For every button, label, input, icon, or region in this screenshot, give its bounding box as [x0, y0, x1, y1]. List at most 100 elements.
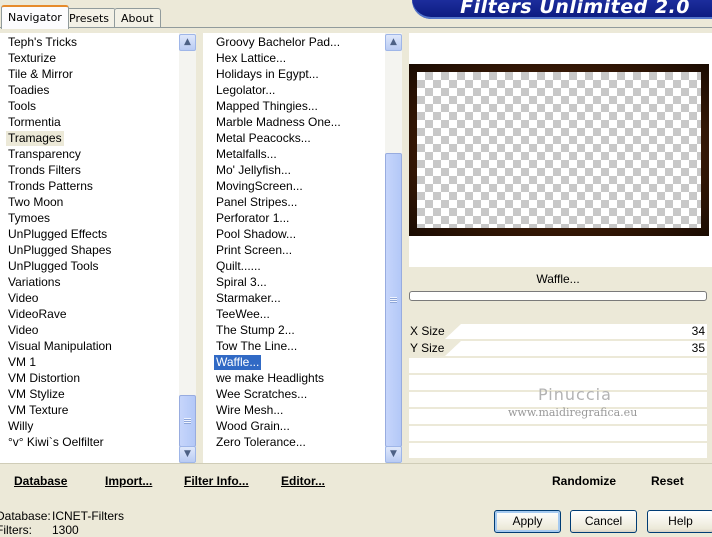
list-item[interactable]: Tronds Filters	[6, 163, 83, 178]
list-item[interactable]: Visual Manipulation	[6, 339, 114, 354]
list-item[interactable]: Legolator...	[214, 83, 277, 98]
scroll-thumb[interactable]	[179, 395, 196, 447]
list-item[interactable]: Mo' Jellyfish...	[214, 163, 293, 178]
progress-bar	[409, 291, 707, 301]
list-item[interactable]: Wood Grain...	[214, 419, 292, 434]
list-item[interactable]: VM 1	[6, 355, 38, 370]
list-item[interactable]: Perforator 1...	[214, 211, 291, 226]
param-label: X Size:	[410, 324, 449, 338]
editor-button[interactable]: Editor...	[281, 474, 325, 488]
scroll-down-icon[interactable]: ▼	[179, 446, 196, 463]
list-item[interactable]: Texturize	[6, 51, 58, 66]
list-item[interactable]: Tronds Patterns	[6, 179, 95, 194]
tab-strip: Navigator Presets About	[0, 0, 412, 29]
toolbar-divider	[0, 463, 712, 464]
param-slider[interactable]	[445, 341, 707, 356]
apply-button[interactable]: Apply	[494, 510, 561, 533]
list-item[interactable]: Metalfalls...	[214, 147, 279, 162]
list-item[interactable]: VM Distortion	[6, 371, 82, 386]
scroll-up-icon[interactable]: ▲	[385, 34, 402, 51]
param-empty-slot	[409, 358, 707, 373]
watermark-title: Pinuccia	[538, 385, 612, 404]
list-item[interactable]: Tymoes	[6, 211, 52, 226]
param-x-size[interactable]: X Size: 34	[409, 324, 707, 339]
param-empty-slot	[409, 443, 707, 458]
database-label: Database:	[0, 509, 51, 523]
list-item[interactable]: MovingScreen...	[214, 179, 305, 194]
list-item[interactable]: Pool Shadow...	[214, 227, 298, 242]
list-item[interactable]: Wire Mesh...	[214, 403, 285, 418]
list-item[interactable]: Mapped Thingies...	[214, 99, 320, 114]
app-title: Filters Unlimited 2.0	[460, 0, 690, 18]
scroll-down-icon[interactable]: ▼	[385, 446, 402, 463]
list-item[interactable]: we make Headlights	[214, 371, 326, 386]
tab-divider	[0, 27, 712, 28]
list-item[interactable]: Tormentia	[6, 115, 63, 130]
list-item[interactable]: °v° Kiwi`s Oelfilter	[6, 435, 106, 450]
param-label: Y Size:	[410, 341, 448, 355]
list-item[interactable]: Variations	[6, 275, 62, 290]
current-filter-name: Waffle...	[536, 272, 580, 286]
list-item[interactable]: Tow The Line...	[214, 339, 299, 354]
transparency-checkerboard	[417, 72, 701, 228]
cancel-button[interactable]: Cancel	[570, 510, 637, 533]
list-item[interactable]: Zero Tolerance...	[214, 435, 308, 450]
list-item[interactable]: Teph's Tricks	[6, 35, 79, 50]
list-item[interactable]: Two Moon	[6, 195, 65, 210]
tab-navigator[interactable]: Navigator	[1, 5, 69, 29]
list-item[interactable]: Spiral 3...	[214, 275, 269, 290]
help-button[interactable]: Help	[647, 510, 712, 533]
list-item[interactable]: Starmaker...	[214, 291, 283, 306]
slider-wedge	[445, 324, 461, 339]
list-item[interactable]: Video	[6, 291, 40, 306]
filters-count: 1300	[52, 523, 79, 537]
list-item[interactable]: Hex Lattice...	[214, 51, 288, 66]
list-item[interactable]: Panel Stripes...	[214, 195, 299, 210]
filter-info-button[interactable]: Filter Info...	[184, 474, 249, 488]
list-item[interactable]: Marble Madness One...	[214, 115, 343, 130]
filter-scrollbar[interactable]: ▲ ▼	[385, 33, 402, 463]
list-item[interactable]: Toadies	[6, 83, 51, 98]
bottom-toolbar: Database Import... Filter Info... Editor…	[0, 470, 712, 494]
param-slider[interactable]	[445, 324, 707, 339]
database-button[interactable]: Database	[14, 474, 67, 488]
list-item[interactable]: Quilt......	[214, 259, 263, 274]
list-item[interactable]: Tile & Mirror	[6, 67, 75, 82]
list-item[interactable]: Metal Peacocks...	[214, 131, 313, 146]
list-item[interactable]: VM Stylize	[6, 387, 67, 402]
tab-about[interactable]: About	[114, 8, 161, 28]
reset-button[interactable]: Reset	[651, 474, 684, 488]
list-item[interactable]: Wee Scratches...	[214, 387, 309, 402]
list-item[interactable]: Tools	[6, 99, 38, 114]
tab-presets[interactable]: Presets	[62, 8, 117, 28]
watermark-url: www.maidiregrafica.eu	[508, 406, 638, 419]
filters-label: Filters:	[0, 523, 32, 537]
list-item[interactable]: Video	[6, 323, 40, 338]
randomize-button[interactable]: Randomize	[552, 474, 616, 488]
list-item[interactable]: Waffle...	[214, 355, 262, 370]
list-item[interactable]: UnPlugged Effects	[6, 227, 109, 242]
list-item[interactable]: Willy	[6, 419, 35, 434]
category-scrollbar[interactable]: ▲ ▼	[179, 33, 196, 463]
list-item[interactable]: Holidays in Egypt...	[214, 67, 321, 82]
category-list[interactable]: Teph's Tricks Texturize Tile & Mirror Toadi…	[0, 33, 179, 463]
list-item[interactable]: Transparency	[6, 147, 83, 162]
header-banner: Filters Unlimited 2.0	[412, 0, 712, 19]
list-item[interactable]: TeeWee...	[214, 307, 272, 322]
scroll-thumb[interactable]	[385, 153, 402, 447]
list-item[interactable]: UnPlugged Tools	[6, 259, 101, 274]
filter-list[interactable]: Groovy Bachelor Pad... Hex Lattice... Holi…	[203, 33, 385, 463]
list-item[interactable]: Tramages	[6, 131, 64, 146]
list-item[interactable]: VM Texture	[6, 403, 70, 418]
param-y-size[interactable]: Y Size: 35	[409, 341, 707, 356]
database-value: ICNET-Filters	[52, 509, 124, 523]
list-item[interactable]: Print Screen...	[214, 243, 294, 258]
scroll-up-icon[interactable]: ▲	[179, 34, 196, 51]
list-item[interactable]: Groovy Bachelor Pad...	[214, 35, 342, 50]
import-button[interactable]: Import...	[105, 474, 152, 488]
param-empty-slot	[409, 426, 707, 441]
list-item[interactable]: VideoRave	[6, 307, 69, 322]
list-item[interactable]: The Stump 2...	[214, 323, 297, 338]
list-item[interactable]: UnPlugged Shapes	[6, 243, 113, 258]
param-value: 34	[691, 324, 705, 338]
